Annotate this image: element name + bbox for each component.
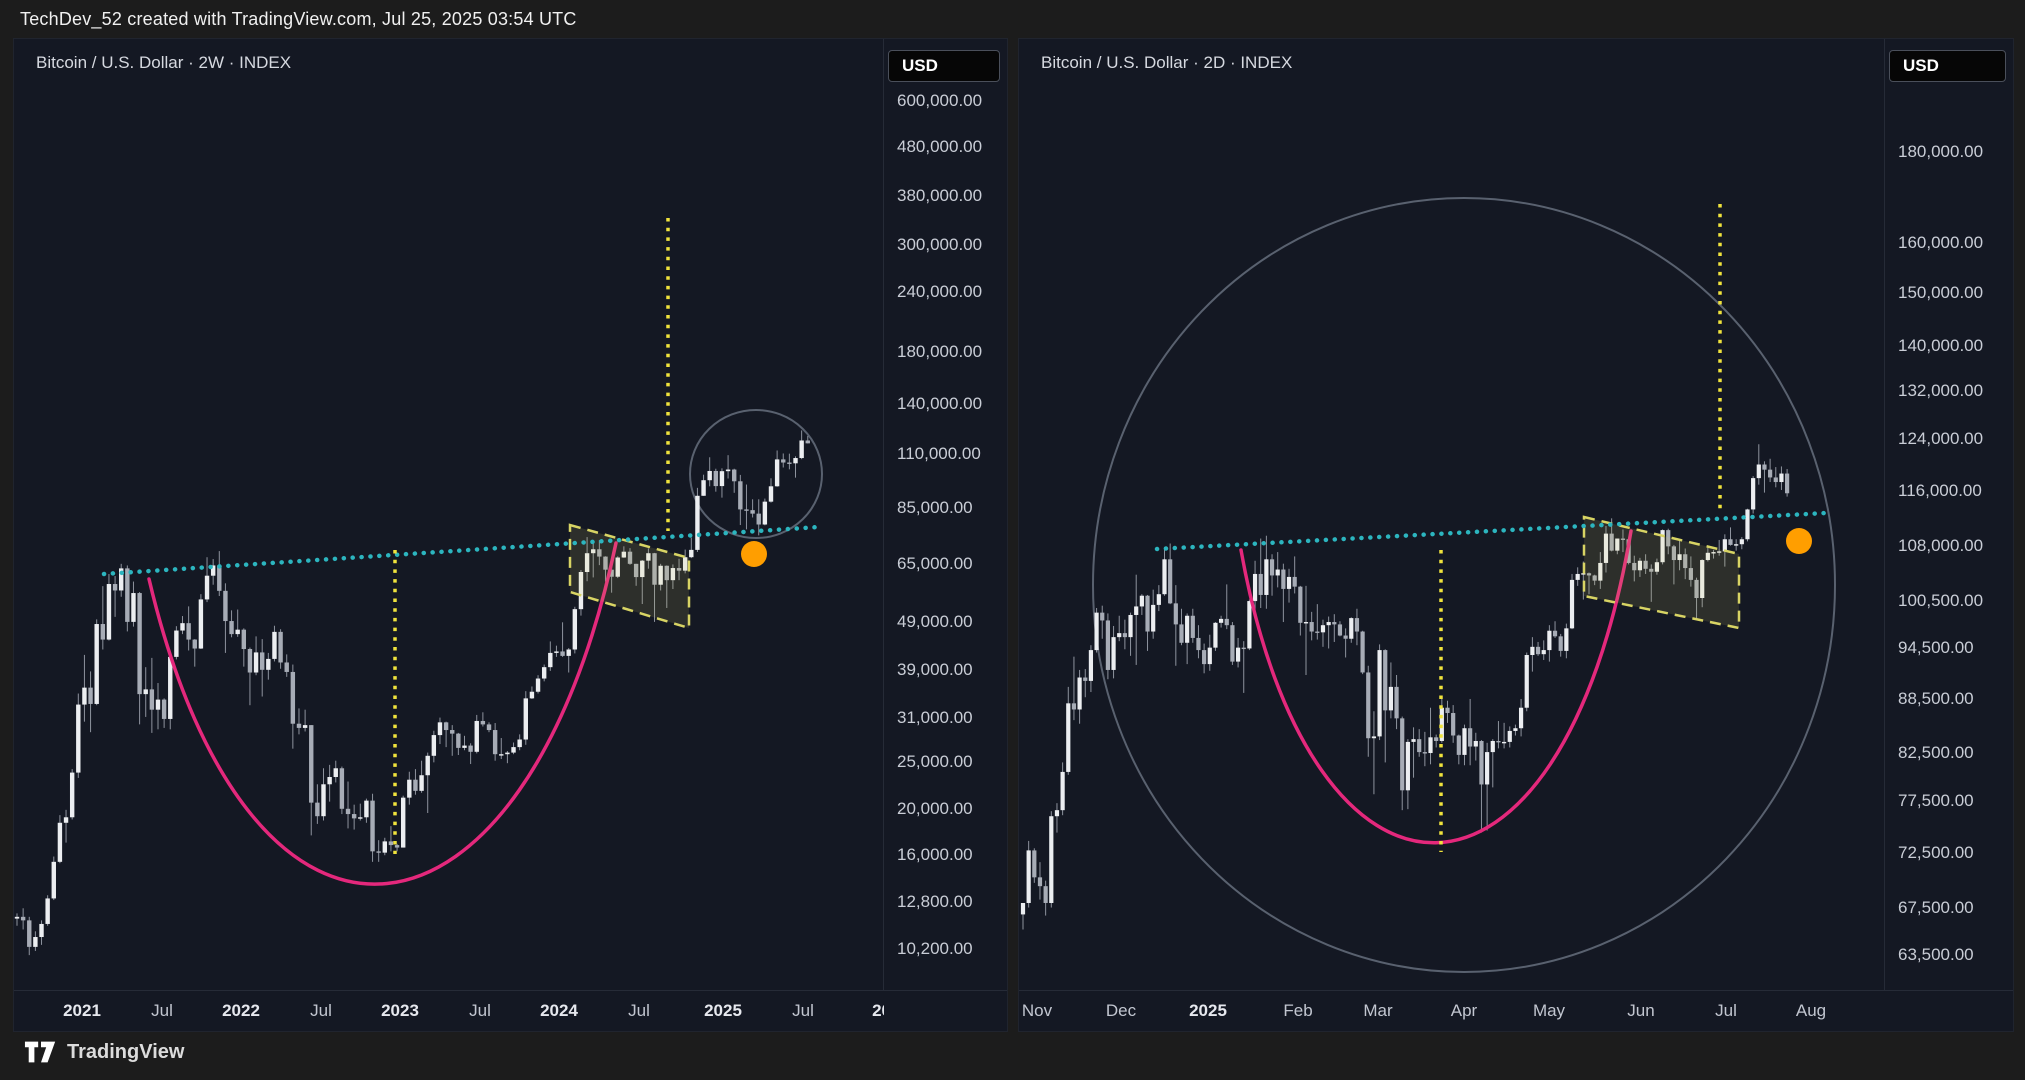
- time-axis-label: Mar: [1363, 1001, 1392, 1021]
- price-axis-label: 77,500.00: [1898, 791, 1974, 811]
- attribution-bar: TechDev_52 created with TradingView.com,…: [20, 9, 577, 30]
- time-axis-label: 2021: [63, 1001, 101, 1021]
- price-axis-label: 180,000.00: [1898, 142, 1983, 162]
- time-axis-label: Jul: [151, 1001, 173, 1021]
- price-axis-label: 12,800.00: [897, 892, 973, 912]
- brand-text[interactable]: TradingView: [67, 1041, 184, 1064]
- time-axis[interactable]: Nov Dec 2025 Feb Mar Apr May Jun Jul Aug: [1019, 990, 2013, 1031]
- time-axis-label: Jul: [469, 1001, 491, 1021]
- price-axis-label: 180,000.00: [897, 342, 982, 362]
- price-axis-label: 110,000.00: [897, 444, 981, 464]
- time-axis-label: Jun: [1627, 1001, 1654, 1021]
- price-axis-label: 116,000.00: [1898, 481, 1982, 501]
- time-axis-label: 2024: [540, 1001, 578, 1021]
- chart-title: Bitcoin / U.S. Dollar · 2W · INDEX: [36, 53, 291, 73]
- target-dot[interactable]: [1786, 528, 1812, 554]
- price-axis-label: 160,000.00: [1898, 233, 1983, 253]
- time-axis-label: 2026: [872, 1001, 884, 1021]
- time-axis[interactable]: 2021 Jul 2022 Jul 2023 Jul 2024 Jul 2025 Jul 2026: [14, 990, 1007, 1031]
- price-axis-label: 20,000.00: [897, 799, 973, 819]
- tradingview-logo[interactable]: [24, 1039, 58, 1065]
- price-axis-label: 85,000.00: [897, 498, 973, 518]
- price-axis-label: 132,000.00: [1898, 381, 1983, 401]
- time-axis-label: Jul: [792, 1001, 814, 1021]
- price-axis-label: 100,500.00: [1898, 591, 1983, 611]
- candlestick-series: [1021, 444, 1789, 929]
- price-axis-label: 140,000.00: [897, 394, 982, 414]
- price-axis-label: 94,500.00: [1898, 638, 1974, 658]
- price-axis-label: 67,500.00: [1898, 898, 1974, 918]
- price-axis-label: 65,000.00: [897, 554, 973, 574]
- candlestick-chart[interactable]: [14, 39, 884, 991]
- price-axis-label: 63,500.00: [1898, 945, 1974, 965]
- currency-button[interactable]: USD: [888, 50, 1000, 82]
- time-axis-labels: 2021 Jul 2022 Jul 2023 Jul 2024 Jul 2025 Jul 2026: [14, 991, 884, 1031]
- neckline-trendline[interactable]: [104, 527, 819, 574]
- price-axis-label: 72,500.00: [1898, 843, 1974, 863]
- time-axis-label: 2025: [1189, 1001, 1227, 1021]
- price-axis-label: 140,000.00: [1898, 336, 1983, 356]
- price-axis-label: 39,000.00: [897, 660, 973, 680]
- price-axis[interactable]: USD 180,000.00 160,000.00 150,000.00 140,00…: [1884, 39, 2013, 1031]
- time-axis-label: Jul: [1715, 1001, 1737, 1021]
- target-dot[interactable]: [741, 541, 767, 567]
- price-axis-label: 300,000.00: [897, 235, 982, 255]
- price-axis-label: 240,000.00: [897, 282, 982, 302]
- time-axis-label: Feb: [1283, 1001, 1312, 1021]
- currency-button[interactable]: USD: [1889, 50, 2006, 82]
- price-axis-label: 108,000.00: [1898, 536, 1983, 556]
- price-axis-label: 600,000.00: [897, 91, 982, 111]
- price-axis-label: 124,000.00: [1898, 429, 1983, 449]
- time-axis-label: Nov: [1022, 1001, 1052, 1021]
- time-axis-label: Dec: [1106, 1001, 1136, 1021]
- time-axis-label: Aug: [1796, 1001, 1826, 1021]
- time-axis-label: 2025: [704, 1001, 742, 1021]
- price-axis-label: 16,000.00: [897, 845, 973, 865]
- time-axis-label: 2023: [381, 1001, 419, 1021]
- price-axis-label: 10,200.00: [897, 939, 973, 959]
- time-axis-label: May: [1533, 1001, 1565, 1021]
- time-axis-label: Jul: [628, 1001, 650, 1021]
- price-axis-label: 150,000.00: [1898, 283, 1983, 303]
- price-axis-label: 82,500.00: [1898, 743, 1974, 763]
- candlestick-chart[interactable]: [1019, 39, 1885, 991]
- time-axis-label: Jul: [310, 1001, 332, 1021]
- chart-panel-right: Bitcoin / U.S. Dollar · 2D · INDEX USD 1…: [1018, 38, 2014, 1032]
- price-axis-label: 88,500.00: [1898, 689, 1974, 709]
- price-axis-label: 480,000.00: [897, 137, 982, 157]
- price-axis-label: 380,000.00: [897, 186, 982, 206]
- time-axis-label: Apr: [1451, 1001, 1477, 1021]
- attribution-text: TechDev_52 created with TradingView.com,…: [20, 9, 577, 29]
- time-axis-label: 2022: [222, 1001, 260, 1021]
- time-axis-labels: Nov Dec 2025 Feb Mar Apr May Jun Jul Aug: [1019, 991, 1885, 1031]
- footer-brand-bar: TradingView: [24, 1039, 184, 1065]
- price-axis-label: 25,000.00: [897, 752, 973, 772]
- price-axis-label: 31,000.00: [897, 708, 973, 728]
- price-axis-label: 49,000.00: [897, 612, 973, 632]
- chart-title: Bitcoin / U.S. Dollar · 2D · INDEX: [1041, 53, 1292, 73]
- price-axis[interactable]: USD 600,000.00 480,000.00 380,000.00 300,00…: [883, 39, 1007, 1031]
- chart-panel-left: Bitcoin / U.S. Dollar · 2W · INDEX USD 6…: [13, 38, 1008, 1032]
